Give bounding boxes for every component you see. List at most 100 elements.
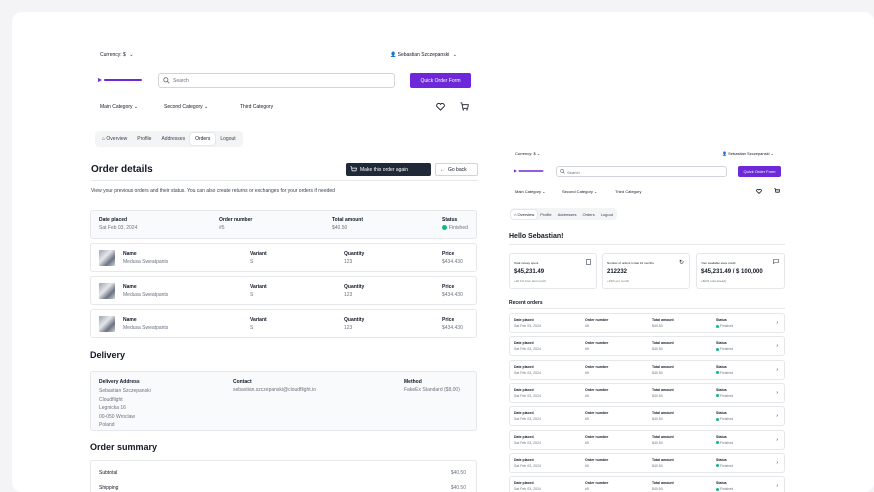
button-label: Go back (448, 166, 467, 173)
quantity-value: 123 (344, 325, 353, 331)
order-cell: Date placed Sat Feb 03, 2024 (514, 458, 541, 468)
make-order-again-button[interactable]: Make this order again (346, 163, 431, 176)
category-main[interactable]: Main Category ⌄ (515, 189, 546, 194)
address-line: Cloudflight (99, 396, 123, 403)
status-dot-icon (442, 225, 447, 231)
order-number-label: Order number (219, 217, 253, 223)
tab-label: Overview (517, 211, 535, 217)
order-cell: Status Finished (716, 481, 733, 491)
currency-selector[interactable]: Currency: $ ⌄ (515, 151, 540, 156)
order-cell: Status Finished (716, 435, 733, 445)
order-cell: Order number #5 (585, 481, 608, 491)
user-icon: 👤 (722, 151, 727, 156)
logo[interactable] (514, 169, 544, 173)
delivery-heading: Delivery (90, 350, 126, 360)
category-label: Second Category (164, 104, 203, 110)
tab-profile[interactable]: Profile (132, 133, 156, 145)
tab-label: Logout (600, 211, 613, 217)
search-input[interactable]: Search (556, 166, 727, 177)
go-back-button[interactable]: ← Go back (435, 163, 478, 176)
tab-label: Logout (220, 136, 236, 142)
recent-order-row[interactable]: Date placed Sat Feb 03, 2024 Order number #… (509, 429, 785, 450)
recent-order-row[interactable]: Date placed Sat Feb 03, 2024 Order number #… (509, 476, 785, 492)
currency-label: Currency: $ (515, 151, 536, 156)
order-cell-label: Status (716, 341, 727, 346)
user-menu[interactable]: 👤 Sebastian Szczepanski ⌄ (722, 151, 774, 156)
order-cell-label: Order number (585, 341, 609, 346)
chevron-down-icon: ⌄ (452, 52, 457, 58)
order-cell-value: Finished (716, 324, 733, 328)
divider (91, 180, 478, 181)
order-cell: Order number #5 (585, 365, 608, 375)
order-cell-label: Date placed (514, 434, 534, 439)
recent-order-row[interactable]: Date placed Sat Feb 03, 2024 Order number #… (509, 313, 785, 333)
chevron-right-icon[interactable]: › (776, 437, 778, 443)
order-cell-value: #5 (585, 440, 589, 445)
chevron-right-icon[interactable]: › (776, 390, 778, 396)
chevron-right-icon[interactable]: › (776, 413, 778, 419)
order-item-row[interactable]: Name Medusa Sweatpants Variant S Quantity 1… (90, 243, 477, 272)
order-cell-value: $40.50 (652, 463, 663, 468)
category-third[interactable]: Third Category (240, 104, 273, 110)
order-cell: Total amount $40.50 (652, 341, 674, 351)
order-cell: Order number #5 (585, 341, 608, 351)
recent-order-row[interactable]: Date placed Sat Feb 03, 2024 Order number #… (509, 359, 785, 380)
chevron-right-icon[interactable]: › (776, 460, 778, 466)
tab-orders[interactable]: Orders (190, 133, 216, 145)
tab-overview[interactable]: ⌂ Overview (511, 209, 538, 219)
search-input[interactable]: Search (158, 73, 395, 88)
chevron-right-icon[interactable]: › (776, 483, 778, 489)
status-value: Finished (720, 347, 734, 352)
order-cell-label: Date placed (514, 481, 534, 486)
recent-order-row[interactable]: Date placed Sat Feb 03, 2024 Order number #… (509, 406, 785, 427)
tab-overview[interactable]: ⌂ Overview (97, 133, 132, 145)
category-main[interactable]: Main Category ⌄ (100, 104, 138, 110)
tab-logout[interactable]: Logout (598, 210, 616, 219)
chevron-right-icon[interactable]: › (776, 343, 778, 349)
order-cell-value: Finished (716, 371, 733, 375)
variant-value: S (250, 292, 254, 298)
chevron-right-icon[interactable]: › (776, 367, 778, 373)
tab-label: Addresses (557, 211, 577, 217)
order-cell-label: Date placed (514, 318, 534, 322)
order-item-row[interactable]: Name Medusa Sweatpants Variant S Quantity 1… (90, 276, 477, 305)
currency-selector[interactable]: Currency: $ ⌄ (100, 52, 133, 58)
recent-orders-list: Date placed Sat Feb 03, 2024 Order number #… (509, 313, 785, 492)
order-cell-label: Order number (585, 457, 609, 462)
category-second[interactable]: Second Category ⌄ (562, 189, 597, 194)
tab-addresses[interactable]: Addresses (555, 210, 580, 219)
quick-order-button[interactable]: Quick Order Form (410, 73, 471, 88)
logo[interactable] (98, 77, 142, 83)
tab-label: Orders (195, 136, 211, 142)
tab-addresses[interactable]: Addresses (156, 133, 190, 145)
order-cell-label: Date placed (514, 387, 534, 392)
tab-orders[interactable]: Orders (579, 210, 597, 219)
chevron-down-icon: ⌄ (542, 189, 546, 194)
order-cell-value: $40.50 (652, 370, 663, 375)
heart-icon[interactable] (756, 189, 762, 194)
order-cell-value: $40.50 (652, 324, 663, 328)
order-item-row[interactable]: Name Medusa Sweatpants Variant S Quantity 1… (90, 309, 477, 338)
recent-order-row[interactable]: Date placed Sat Feb 03, 2024 Order number #… (509, 336, 785, 357)
recent-order-row[interactable]: Date placed Sat Feb 03, 2024 Order number #… (509, 452, 785, 473)
tab-logout[interactable]: Logout (215, 133, 240, 145)
cart-icon[interactable] (774, 188, 780, 194)
tab-profile[interactable]: Profile (537, 210, 554, 219)
user-menu[interactable]: 👤 Sebastian Szczepanski ⌄ (390, 52, 457, 58)
heart-icon[interactable] (436, 103, 445, 111)
order-cell-value: Sat Feb 03, 2024 (514, 487, 541, 492)
recent-order-row[interactable]: Date placed Sat Feb 03, 2024 Order number #… (509, 382, 785, 403)
order-cell-value: Sat Feb 03, 2024 (514, 463, 541, 468)
category-third[interactable]: Third Category (615, 189, 641, 194)
quick-order-button[interactable]: Quick Order Form (738, 166, 781, 177)
chevron-right-icon[interactable]: › (776, 320, 778, 326)
category-second[interactable]: Second Category ⌄ (164, 104, 208, 110)
category-label: Third Category (615, 189, 642, 194)
cart-icon[interactable] (460, 102, 469, 111)
address-line: Legnicka 16 (99, 405, 126, 411)
order-cell-label: Total amount (652, 457, 674, 462)
arrow-left-icon: ← (440, 166, 445, 173)
category-label: Second Category (562, 189, 593, 194)
status-label: Status (442, 217, 458, 223)
order-cell-label: Status (716, 481, 727, 486)
